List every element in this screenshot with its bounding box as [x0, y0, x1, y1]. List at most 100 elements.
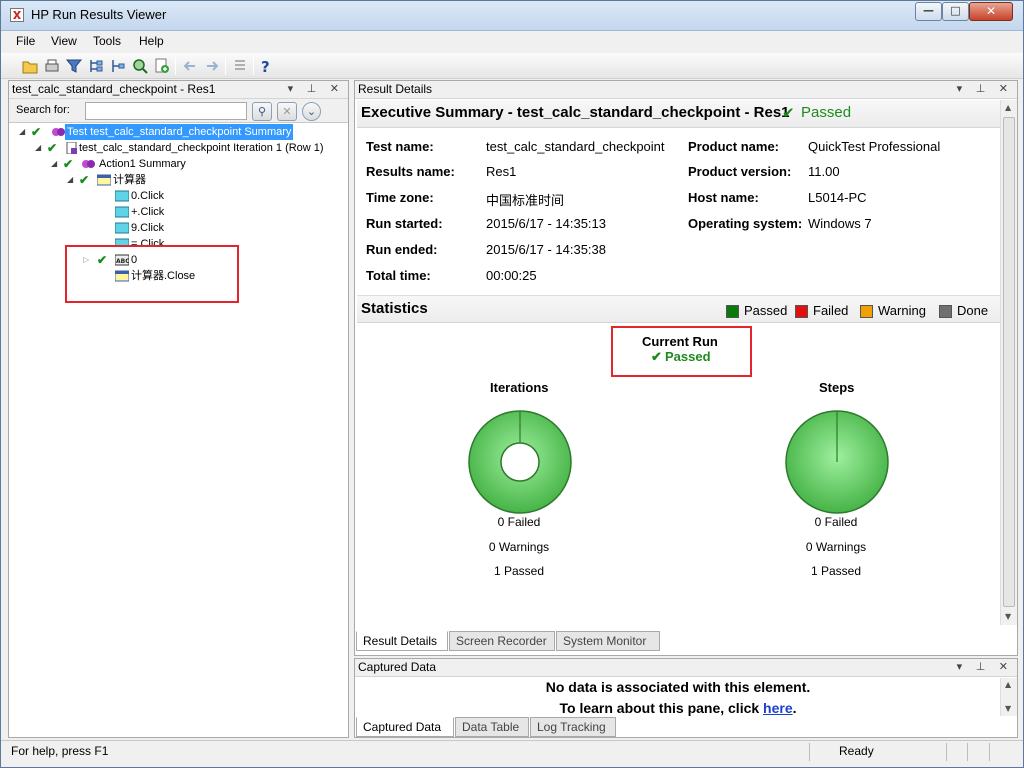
tab-data-table[interactable]: Data Table: [455, 717, 529, 737]
pane-controls[interactable]: ▾ ⊥ ✕: [957, 82, 1013, 95]
arrow-left-icon: [183, 61, 195, 71]
status-bar: For help, press F1 Ready: [1, 740, 1023, 762]
steps-passed: 1 Passed: [810, 564, 862, 578]
arrow-right-icon: [207, 61, 219, 71]
tree-node-step[interactable]: 9.Click: [115, 220, 195, 236]
menu-file[interactable]: File: [16, 34, 35, 48]
help-button[interactable]: ?: [257, 57, 275, 76]
run-started-value: 2015/6/17 - 14:35:13: [486, 216, 606, 231]
product-version-label: Product version:: [688, 164, 792, 179]
search-button[interactable]: ⚲: [252, 102, 272, 121]
expand-arrow-icon[interactable]: ◢: [35, 140, 41, 156]
menu-tools[interactable]: Tools: [93, 34, 121, 48]
tree-node-iteration[interactable]: ◢ ✔ test_calc_standard_checkpoint Iterat…: [35, 140, 345, 156]
svg-text:?: ?: [261, 58, 270, 75]
expand-arrow-icon[interactable]: ◢: [19, 124, 25, 140]
tree-node-step[interactable]: +.Click: [115, 204, 195, 220]
search-label: Search for:: [16, 104, 70, 116]
expand-arrow-icon[interactable]: ◢: [67, 172, 73, 188]
operating-system-value: Windows 7: [808, 216, 872, 231]
iteration-icon: [66, 142, 77, 154]
scroll-down-icon[interactable]: ▼: [1005, 704, 1011, 713]
search-options-button[interactable]: ⌄: [302, 102, 321, 121]
tree-node-root[interactable]: ◢ ✔ Test test_calc_standard_checkpoint S…: [19, 124, 339, 140]
minimize-button[interactable]: —: [915, 2, 942, 21]
pane-controls[interactable]: ▾ ⊥ ✕: [288, 82, 344, 95]
legend-failed-label: Failed: [813, 303, 849, 318]
sort-button[interactable]: [87, 57, 105, 75]
legend-warning-swatch: [860, 305, 873, 318]
passed-check-icon: ✔: [63, 157, 74, 171]
help-link[interactable]: here: [763, 700, 793, 716]
iterations-chart-title: Iterations: [490, 380, 549, 395]
statistics-header: Statistics Passed Failed Warning Done: [357, 295, 1000, 323]
search-icon: [133, 59, 148, 74]
filter-button[interactable]: [65, 57, 83, 75]
menu-view[interactable]: View: [51, 34, 77, 48]
window-title: HP Run Results Viewer: [31, 7, 167, 22]
tab-screen-recorder[interactable]: Screen Recorder: [449, 631, 555, 651]
clear-search-button[interactable]: ✕: [277, 102, 297, 121]
add-button[interactable]: [153, 57, 171, 75]
filter-icon: [65, 59, 83, 73]
forward-button[interactable]: [203, 57, 221, 75]
close-button[interactable]: ✕: [969, 2, 1013, 21]
app-icon: [10, 8, 24, 22]
total-time-value: 00:00:25: [486, 268, 537, 283]
tree-node-step[interactable]: 0.Click: [115, 188, 195, 204]
back-button[interactable]: [181, 57, 199, 75]
toolbar-separator: [175, 57, 176, 75]
tree-node-action-label: Action1 Summary: [99, 158, 186, 170]
tab-result-details[interactable]: Result Details: [356, 631, 448, 651]
legend-warning-label: Warning: [878, 303, 926, 318]
tree-expand-icon: [90, 60, 103, 72]
test-summary-icon: [52, 128, 65, 136]
learn-message: To learn about this pane, click here.: [559, 700, 797, 716]
host-name-value: L5014-PC: [808, 190, 867, 205]
summary-title: Executive Summary - test_calc_standard_c…: [361, 104, 790, 121]
tab-system-monitor[interactable]: System Monitor: [556, 631, 660, 651]
list-button[interactable]: [231, 57, 249, 75]
test-name-label: Test name:: [366, 139, 434, 154]
scrollbar-thumb[interactable]: [1003, 117, 1015, 607]
action-icon: [82, 160, 95, 168]
result-details-pane: Result Details ▾ ⊥ ✕ Executive Summary -…: [354, 80, 1018, 656]
search-input[interactable]: [85, 102, 247, 120]
scroll-down-icon[interactable]: ▼: [1005, 612, 1011, 621]
scroll-up-icon[interactable]: ▲: [1005, 103, 1011, 112]
tab-log-tracking[interactable]: Log Tracking: [530, 717, 616, 737]
status-divider: [967, 743, 968, 761]
captured-scrollbar[interactable]: ▲ ▼: [1000, 678, 1017, 716]
button-step-icon: [115, 222, 129, 234]
tab-captured-data[interactable]: Captured Data: [356, 717, 454, 737]
no-data-message: No data is associated with this element.: [545, 679, 811, 695]
find-button[interactable]: [131, 57, 149, 75]
expand-arrow-icon[interactable]: ◢: [51, 156, 57, 172]
results-name-value: Res1: [486, 164, 517, 179]
toolbar-separator: [225, 57, 226, 75]
captured-message-area: No data is associated with this element.…: [355, 678, 1001, 716]
scroll-up-icon[interactable]: ▲: [1005, 680, 1011, 689]
tree-node-window[interactable]: ◢ ✔ 计算器: [67, 172, 187, 188]
status-state: Ready: [839, 744, 874, 758]
print-button[interactable]: [43, 57, 61, 75]
result-scrollbar[interactable]: ▲ ▼: [1000, 100, 1017, 625]
tree-node-action[interactable]: ◢ ✔ Action1 Summary: [51, 156, 251, 172]
highlight-box: [65, 245, 239, 303]
statistics-title: Statistics: [361, 300, 428, 317]
maximize-button[interactable]: □: [942, 2, 969, 21]
status-help-text: For help, press F1: [11, 744, 109, 758]
captured-data-pane: Captured Data ▾ ⊥ ✕ No data is associate…: [354, 658, 1018, 738]
tree-node-root-label: Test test_calc_standard_checkpoint Summa…: [65, 124, 294, 140]
pane-controls[interactable]: ▾ ⊥ ✕: [957, 660, 1013, 673]
iterations-donut-chart: [468, 410, 572, 514]
captured-tabs: Captured Data Data Table Log Tracking: [355, 717, 1019, 737]
open-folder-button[interactable]: [21, 57, 39, 75]
clear-icon: ✕: [282, 105, 292, 118]
learn-message-text: To learn about this pane, click: [559, 700, 764, 716]
search-icon: ⚲: [257, 105, 267, 118]
maximize-icon: □: [950, 4, 961, 17]
menu-help[interactable]: Help: [139, 34, 164, 48]
collapse-button[interactable]: [109, 57, 127, 75]
captured-pane-header: Captured Data ▾ ⊥ ✕: [355, 659, 1017, 677]
